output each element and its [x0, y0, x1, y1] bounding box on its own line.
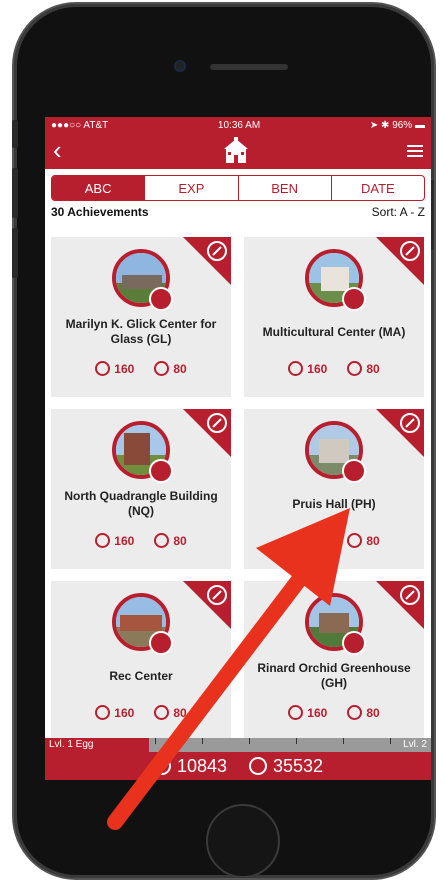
xp-value: 160	[307, 705, 328, 720]
card-title: Rec Center	[109, 669, 173, 683]
ben-value: 80	[173, 705, 187, 720]
xp-value: 160	[114, 705, 135, 720]
school-badge-icon	[149, 631, 173, 655]
achievement-card-rec[interactable]: Rec Center 160 80	[51, 581, 231, 741]
xp-icon	[95, 705, 111, 720]
list-info-bar: 30 Achievements Sort: A - Z	[45, 201, 431, 221]
xp-value: 160	[114, 361, 135, 376]
compass-corner-icon	[376, 237, 424, 285]
school-icon[interactable]	[222, 137, 250, 165]
ben-value: 80	[173, 533, 187, 548]
xp-icon	[95, 533, 111, 548]
volume-up-button	[12, 168, 18, 218]
xp-total-value: 10843	[176, 755, 227, 776]
card-title: Pruis Hall (PH)	[292, 497, 376, 511]
menu-icon[interactable]	[407, 145, 423, 157]
xp-value: 160	[307, 533, 328, 548]
achievement-card-gh[interactable]: Rinard Orchid Greenhouse (GH) 160 80	[244, 581, 424, 741]
ben-total-value: 35532	[273, 755, 324, 776]
achievement-card-ph[interactable]: Pruis Hall (PH) 160 80	[244, 409, 424, 569]
compass-corner-icon	[183, 237, 231, 285]
compass-corner-icon	[183, 581, 231, 629]
home-button[interactable]	[206, 804, 280, 878]
tab-exp[interactable]: EXP	[144, 176, 237, 200]
volume-down-button	[12, 228, 18, 278]
level-ticks	[155, 738, 391, 744]
ben-icon	[154, 705, 170, 720]
ben-icon	[347, 361, 363, 376]
front-camera	[174, 60, 186, 72]
sort-tabs: ABC EXP BEN DATE	[51, 175, 425, 201]
current-level-label: Lvl. 1 Egg	[49, 739, 94, 750]
xp-icon	[288, 533, 304, 548]
achievement-card-gl[interactable]: Marilyn K. Glick Center for Glass (GL) 1…	[51, 237, 231, 397]
xp-total-icon	[152, 757, 171, 775]
card-title: Multicultural Center (MA)	[262, 325, 406, 339]
next-level-label: Lvl. 2	[403, 739, 427, 750]
school-badge-icon	[342, 287, 366, 311]
card-stats: 160 80	[51, 361, 231, 376]
school-badge-icon	[149, 287, 173, 311]
ben-icon	[154, 533, 170, 548]
achievement-card-nq[interactable]: North Quadrangle Building (NQ) 160 80	[51, 409, 231, 569]
ben-icon	[347, 705, 363, 720]
battery-label: ➤ ✱ 96% ▬	[369, 119, 425, 131]
school-badge-icon	[342, 631, 366, 655]
card-stats: 160 80	[51, 533, 231, 548]
ben-value: 80	[366, 361, 380, 376]
xp-icon	[288, 705, 304, 720]
compass-corner-icon	[376, 581, 424, 629]
nav-bar: ‹	[45, 133, 431, 169]
school-badge-icon	[149, 459, 173, 483]
ben-value: 80	[366, 705, 380, 720]
xp-icon	[288, 361, 304, 376]
card-title: Marilyn K. Glick Center for Glass (GL)	[65, 317, 217, 346]
level-progress-bar: Lvl. 1 Egg Lvl. 2	[45, 738, 431, 752]
ben-value: 80	[173, 361, 187, 376]
card-stats: 160 80	[244, 361, 424, 376]
ben-value: 80	[366, 533, 380, 548]
card-title: Rinard Orchid Greenhouse (GH)	[257, 661, 411, 690]
xp-value: 160	[307, 361, 328, 376]
xp-icon	[95, 361, 111, 376]
earpiece-speaker	[210, 64, 288, 70]
tab-abc[interactable]: ABC	[52, 176, 145, 200]
card-title: North Quadrangle Building (NQ)	[64, 489, 218, 518]
carrier-label: ●●●○○ AT&T	[51, 119, 109, 131]
card-stats: 160 80	[244, 533, 424, 548]
tab-date[interactable]: DATE	[330, 176, 424, 200]
achievement-count: 30 Achievements	[51, 205, 149, 219]
compass-corner-icon	[376, 409, 424, 457]
app-screen: ●●●○○ AT&T 10:36 AM ➤ ✱ 96% ▬ ‹ ABC EXP …	[45, 117, 431, 780]
ben-icon	[154, 361, 170, 376]
status-bar: ●●●○○ AT&T 10:36 AM ➤ ✱ 96% ▬	[45, 117, 431, 133]
ben-total-icon	[249, 757, 267, 775]
back-icon[interactable]: ‹	[53, 137, 62, 163]
xp-value: 160	[114, 533, 135, 548]
totals-bar: 10843 35532	[45, 752, 431, 780]
card-stats: 160 80	[244, 705, 424, 720]
compass-corner-icon	[183, 409, 231, 457]
achievement-card-ma[interactable]: Multicultural Center (MA) 160 80	[244, 237, 424, 397]
school-badge-icon	[342, 459, 366, 483]
tab-ben[interactable]: BEN	[237, 176, 331, 200]
ben-icon	[347, 533, 363, 548]
sort-label[interactable]: Sort: A - Z	[372, 205, 425, 221]
card-stats: 160 80	[51, 705, 231, 720]
clock-label: 10:36 AM	[217, 119, 261, 131]
mute-switch	[12, 120, 18, 148]
